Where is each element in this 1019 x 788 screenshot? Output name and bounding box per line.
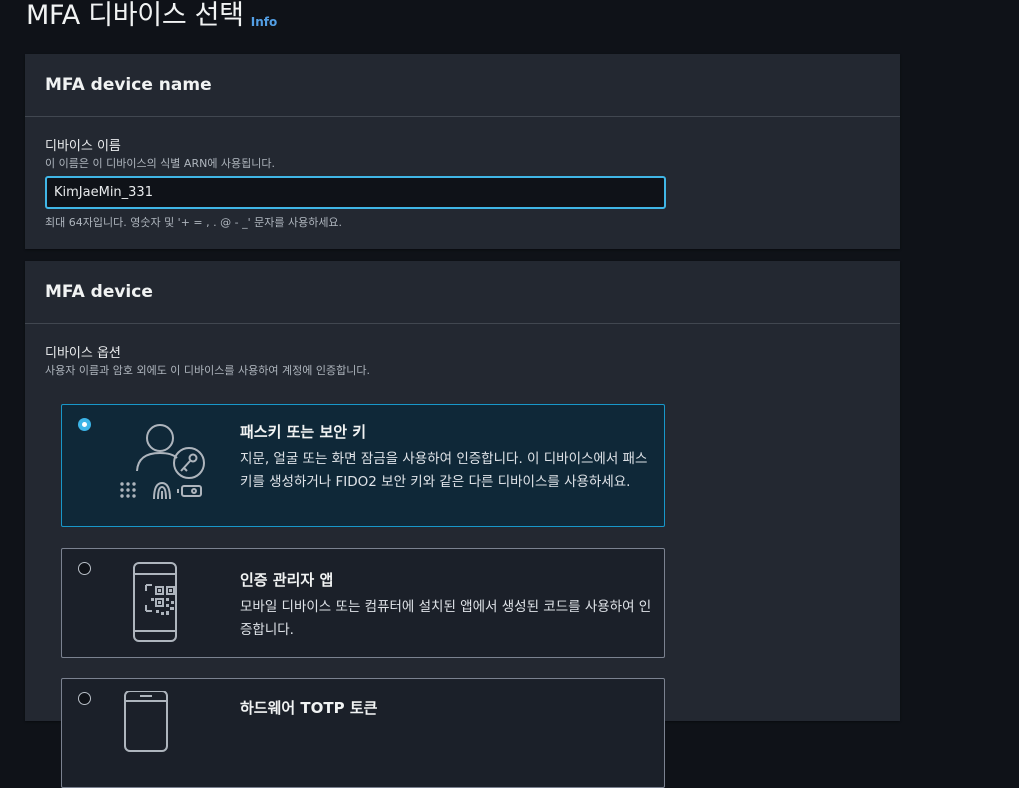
radio-passkey-security-key[interactable]	[78, 418, 91, 431]
page-title: MFA 디바이스 선택	[26, 0, 244, 31]
mfa-device-panel: MFA device 디바이스 옵션 사용자 이름과 암호 외에도 이 디바이스…	[25, 261, 900, 788]
option-hardware-token-text: 하드웨어 TOTP 토큰	[240, 697, 652, 724]
device-options-label: 디바이스 옵션	[45, 346, 121, 361]
option-authenticator-title: 인증 관리자 앱	[240, 571, 334, 589]
device-name-description: 이 이름은 이 디바이스의 식별 ARN에 사용됩니다.	[45, 157, 276, 170]
option-passkey-title: 패스키 또는 보안 키	[240, 423, 367, 441]
mfa-device-panel-body: 디바이스 옵션 사용자 이름과 암호 외에도 이 디바이스를 사용하여 계정에 …	[25, 324, 900, 378]
option-authenticator-text: 인증 관리자 앱 모바일 디바이스 또는 컴퓨터에 설치된 앱에서 생성된 코드…	[240, 569, 652, 641]
mfa-device-panel-title: MFA device	[45, 282, 153, 302]
passkey-security-key-icon	[120, 424, 205, 500]
device-name-input[interactable]	[45, 176, 666, 209]
option-hardware-token-title: 하드웨어 TOTP 토큰	[240, 699, 378, 717]
authenticator-app-icon	[133, 562, 177, 642]
device-name-panel-title: MFA device name	[45, 75, 212, 95]
info-link[interactable]: Info	[251, 15, 277, 29]
device-name-label: 디바이스 이름	[45, 139, 121, 154]
radio-hardware-totp-token[interactable]	[78, 692, 91, 705]
option-passkey-security-key[interactable]: 패스키 또는 보안 키 지문, 얼굴 또는 화면 잠금을 사용하여 인증합니다.…	[61, 404, 665, 527]
hardware-token-icon	[124, 691, 168, 752]
device-name-panel: MFA device name 디바이스 이름 이 이름은 이 디바이스의 식별…	[25, 54, 900, 249]
option-passkey-text: 패스키 또는 보안 키 지문, 얼굴 또는 화면 잠금을 사용하여 인증합니다.…	[240, 421, 652, 493]
page-header: MFA 디바이스 선택 Info	[26, 0, 277, 32]
device-options-description: 사용자 이름과 암호 외에도 이 디바이스를 사용하여 계정에 인증합니다.	[45, 364, 370, 377]
option-hardware-totp-token[interactable]: 하드웨어 TOTP 토큰	[61, 678, 665, 788]
radio-authenticator-app[interactable]	[78, 562, 91, 575]
device-name-panel-body: 디바이스 이름 이 이름은 이 디바이스의 식별 ARN에 사용됩니다. 최대 …	[25, 117, 900, 230]
option-authenticator-description: 모바일 디바이스 또는 컴퓨터에 설치된 앱에서 생성된 코드를 사용하여 인증…	[240, 599, 652, 638]
mfa-device-panel-header: MFA device	[25, 261, 900, 324]
device-name-panel-header: MFA device name	[25, 54, 900, 117]
device-name-constraint: 최대 64자입니다. 영숫자 및 '+ = , . @ - _' 문자를 사용하…	[45, 216, 343, 229]
option-passkey-description: 지문, 얼굴 또는 화면 잠금을 사용하여 인증합니다. 이 디바이스에서 패스…	[240, 451, 648, 490]
option-authenticator-app[interactable]: 인증 관리자 앱 모바일 디바이스 또는 컴퓨터에 설치된 앱에서 생성된 코드…	[61, 548, 665, 658]
